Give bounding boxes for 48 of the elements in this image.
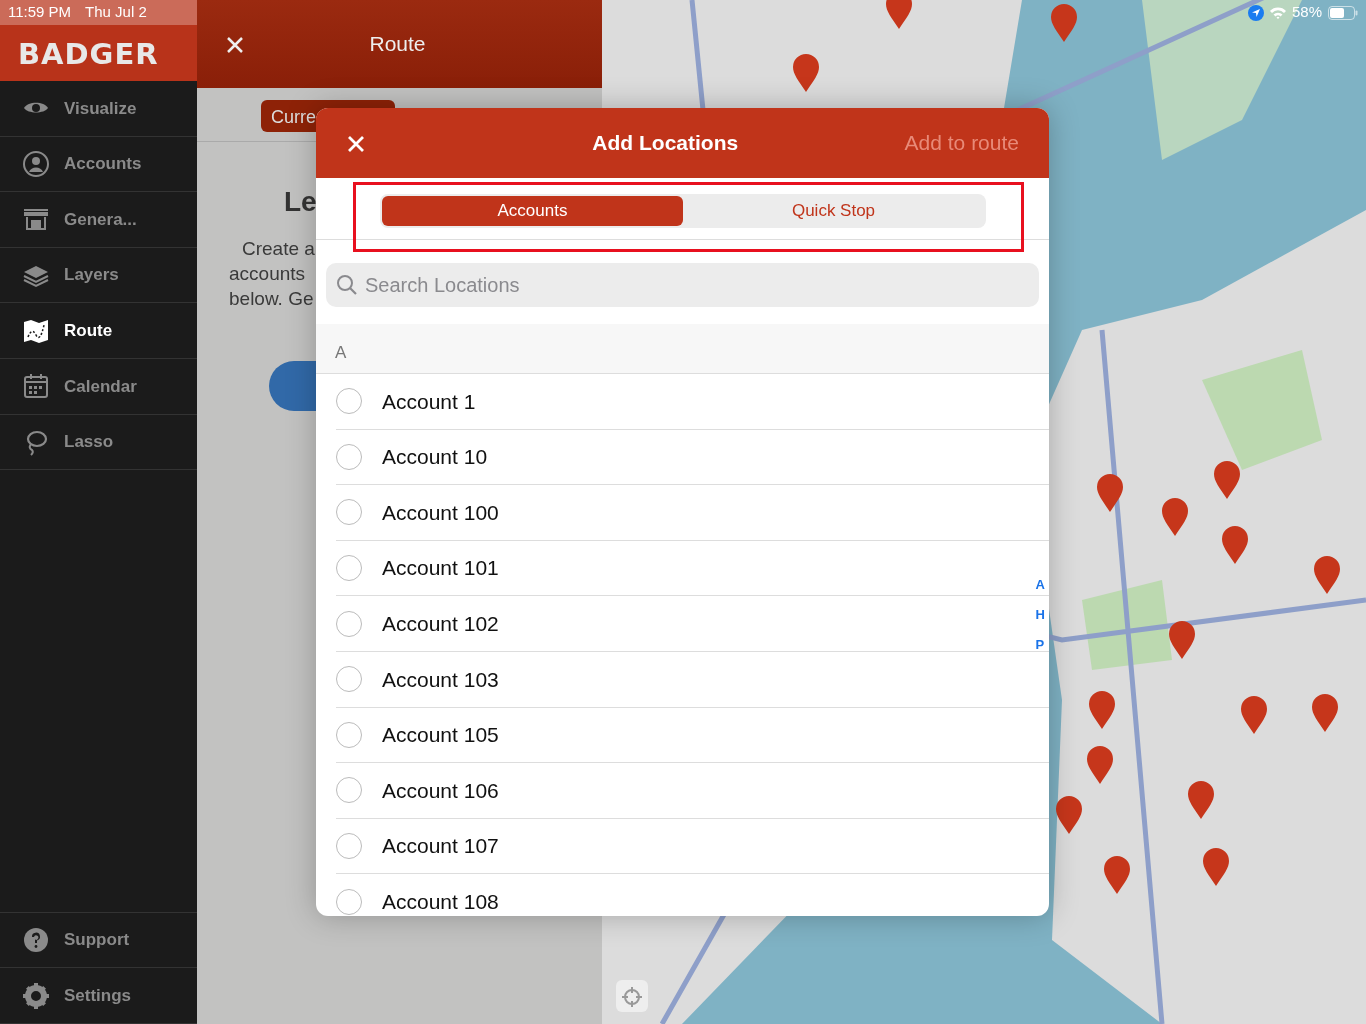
locate-button[interactable] — [616, 980, 648, 1012]
row-label: Account 108 — [382, 888, 499, 915]
sidebar-item[interactable]: Support — [0, 912, 197, 969]
row-label: Account 102 — [382, 610, 499, 637]
text-line: below. Ge — [229, 287, 314, 311]
segment-tab[interactable]: Quick Stop — [683, 196, 984, 226]
settings-icon — [22, 981, 50, 1010]
row-label: Account 103 — [382, 666, 499, 693]
row-label: Account 1 — [382, 388, 476, 415]
text-line: Create a — [242, 237, 315, 261]
wifi-icon — [1269, 6, 1286, 19]
panel-title: Route — [368, 31, 427, 58]
dialog-title: Add Locations — [591, 130, 740, 157]
battery-percent: 58% — [1291, 2, 1322, 23]
app-logo: BADGER — [18, 40, 159, 69]
index-letter[interactable]: A — [1035, 576, 1045, 594]
calendar-icon — [22, 372, 50, 401]
location-icon — [1247, 4, 1264, 21]
list-row[interactable]: Account 106 — [336, 763, 1049, 819]
list-row[interactable]: Account 10 — [336, 429, 1049, 486]
heading: Le — [284, 188, 317, 216]
sidebar-item[interactable]: Settings — [0, 968, 197, 1024]
crosshair-icon — [620, 984, 644, 1009]
list-row[interactable]: Account 107 — [336, 818, 1049, 875]
index-letter[interactable]: P — [1035, 636, 1045, 654]
clock: 11:59 PM — [8, 2, 72, 23]
person-icon — [22, 149, 50, 178]
list-row[interactable]: Account 108 — [336, 874, 1049, 916]
sidebar-item[interactable]: Route — [0, 303, 197, 359]
row-label: Account 100 — [382, 499, 499, 526]
text-line: accounts — [229, 262, 306, 286]
row-label: Account 10 — [382, 444, 488, 471]
row-label: Account 106 — [382, 777, 499, 804]
segment-tab[interactable]: Accounts — [382, 196, 683, 226]
list-row[interactable]: Account 1 — [336, 374, 1049, 430]
sidebar-item[interactable]: Genera... — [0, 192, 197, 248]
battery-icon — [1328, 5, 1358, 20]
row-label: Account 105 — [382, 722, 499, 749]
search-field[interactable]: Search Locations — [326, 263, 1039, 307]
index-letter[interactable]: H — [1035, 606, 1045, 624]
section-header: A — [316, 324, 1049, 374]
date: Thu Jul 2 — [85, 2, 147, 23]
row-label: Account 107 — [382, 833, 499, 860]
help-icon — [22, 926, 50, 955]
list-row[interactable]: Account 100 — [336, 485, 1049, 541]
row-label: Account 101 — [382, 555, 499, 582]
list-row[interactable]: Account 105 — [336, 707, 1049, 764]
list-row[interactable]: Account 103 — [336, 651, 1049, 708]
